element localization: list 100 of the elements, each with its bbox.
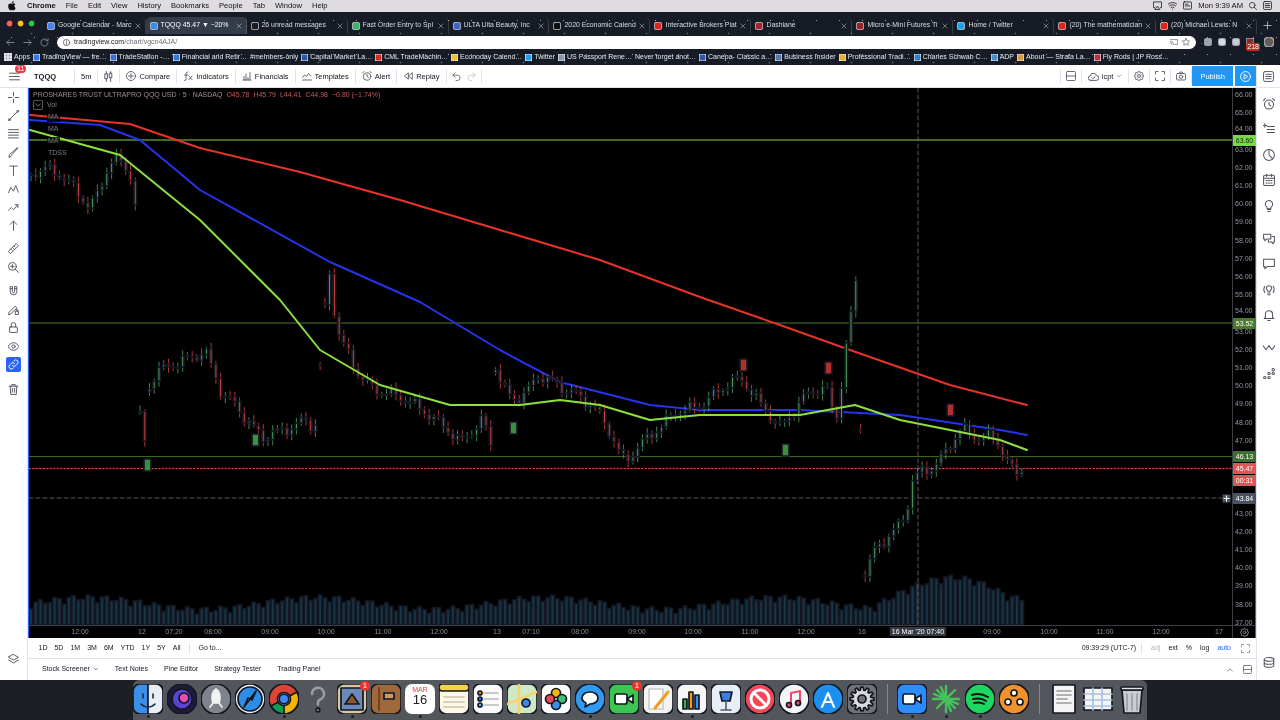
trash-can-icon[interactable] (1117, 684, 1147, 714)
lock-icon[interactable] (8, 322, 19, 334)
stamp-icon[interactable] (337, 684, 367, 714)
light-bulb-icon[interactable] (1262, 199, 1275, 212)
trend-line-icon[interactable] (8, 110, 19, 122)
back-icon[interactable] (6, 37, 15, 47)
calendar-icon[interactable] (1262, 174, 1275, 187)
brush-icon[interactable] (8, 146, 19, 158)
link-icon[interactable] (6, 357, 21, 373)
notebook-icon[interactable] (371, 684, 401, 714)
bar-chart-icon[interactable] (677, 684, 707, 714)
ruler-icon[interactable] (8, 243, 19, 255)
smiling-face-icon[interactable] (133, 684, 163, 714)
orb-icon[interactable] (167, 684, 197, 714)
candlestick-icon[interactable] (103, 70, 115, 82)
chat-bubble-icon[interactable] (1262, 258, 1275, 271)
speech-bubble-icon[interactable] (575, 684, 605, 714)
settings-icon[interactable] (1134, 71, 1145, 81)
gear-icon[interactable] (847, 684, 877, 714)
forward-icon[interactable] (23, 37, 32, 47)
close-tab-icon[interactable] (538, 22, 545, 29)
pencil-lock-icon[interactable] (8, 304, 19, 315)
settings-icon[interactable] (1239, 627, 1249, 637)
close-tab-icon[interactable] (1145, 22, 1152, 29)
starburst-icon[interactable] (931, 684, 961, 714)
close-tab-icon[interactable] (1246, 22, 1253, 29)
close-tab-icon[interactable] (740, 22, 747, 29)
rocket-icon[interactable] (201, 684, 231, 714)
close-tab-icon[interactable] (336, 22, 343, 29)
rewind-icon (403, 71, 414, 81)
zoom-window-icon[interactable] (28, 19, 35, 27)
maximize-panel-icon[interactable] (1243, 665, 1252, 674)
broadcast-icon[interactable] (1262, 283, 1275, 296)
close-tab-icon[interactable] (639, 22, 646, 29)
close-tab-icon[interactable] (841, 22, 848, 29)
collapse-up-icon[interactable] (1226, 665, 1234, 674)
video-camera-icon[interactable] (897, 684, 927, 714)
list-icon[interactable] (1263, 1, 1272, 11)
list-plus-icon[interactable] (1262, 123, 1275, 136)
podium-icon[interactable] (711, 684, 741, 714)
close-window-icon[interactable] (6, 19, 13, 27)
asterisk-icon[interactable] (999, 684, 1029, 714)
star-icon[interactable] (1182, 38, 1190, 46)
arrow-up-icon[interactable] (8, 220, 19, 232)
caret-icon (1116, 73, 1123, 79)
no-sign-icon[interactable] (745, 684, 775, 714)
close-tab-icon[interactable] (942, 22, 949, 29)
search-icon[interactable] (1249, 2, 1257, 10)
close-tab-icon[interactable] (437, 22, 444, 29)
profile-avatar-icon[interactable] (1264, 37, 1274, 47)
map-icon[interactable] (507, 684, 537, 714)
chat-bubbles-icon[interactable] (1262, 232, 1275, 245)
apple-logo-icon[interactable] (8, 1, 16, 11)
coin-stack-icon[interactable] (1262, 657, 1275, 670)
letter-a-icon[interactable] (813, 684, 843, 714)
music-note-icon[interactable] (779, 684, 809, 714)
checklist-icon[interactable] (473, 684, 503, 714)
spreadsheet-icon[interactable] (1083, 684, 1113, 714)
compass-icon[interactable] (235, 684, 265, 714)
cast-icon[interactable] (1170, 38, 1178, 46)
flower-icon[interactable] (541, 684, 571, 714)
dots-icon[interactable] (1262, 367, 1275, 380)
line-chart-icon (301, 71, 312, 81)
wifi-icon[interactable] (1168, 1, 1178, 11)
zigzag-pattern-icon[interactable] (8, 183, 19, 195)
minimize-window-icon[interactable] (17, 19, 24, 27)
play-circle-icon (1240, 70, 1251, 82)
clock-icon[interactable] (1262, 148, 1275, 161)
camera-icon[interactable] (1176, 71, 1187, 81)
video-call-icon[interactable] (609, 684, 639, 714)
sound-waves-icon[interactable] (965, 684, 995, 714)
horizontal-lines-icon[interactable] (8, 128, 19, 140)
crosshair-icon[interactable] (8, 91, 19, 103)
display-icon[interactable] (1183, 1, 1193, 11)
trash-icon[interactable] (8, 384, 19, 396)
close-tab-icon[interactable] (235, 22, 242, 29)
zoom-in-icon[interactable] (8, 261, 19, 273)
close-tab-icon[interactable] (134, 22, 141, 29)
airplay-icon[interactable] (1153, 1, 1163, 11)
new-tab-icon[interactable] (1263, 21, 1273, 30)
list-icon[interactable] (1263, 70, 1274, 82)
fullscreen-icon[interactable] (1241, 643, 1250, 653)
undo-icon[interactable] (451, 71, 461, 81)
trend-arrow-icon[interactable] (8, 202, 19, 214)
reload-icon[interactable] (40, 37, 49, 47)
layers-icon[interactable] (8, 654, 19, 666)
eye-icon[interactable] (8, 340, 19, 352)
bell-icon[interactable] (1262, 309, 1275, 322)
menu-icon[interactable] (8, 70, 20, 82)
plus-circle-icon (126, 71, 137, 81)
document-pen-icon[interactable] (643, 684, 673, 714)
magnet-icon[interactable] (8, 285, 19, 297)
fullscreen-icon[interactable] (1155, 71, 1166, 81)
close-tab-icon[interactable] (1043, 22, 1050, 29)
layout-icon[interactable] (1065, 71, 1076, 81)
cloud-check-icon (1087, 70, 1099, 82)
alarm-clock-icon[interactable] (1262, 97, 1275, 110)
text-tool-icon[interactable] (8, 165, 19, 177)
notepad-icon[interactable] (439, 684, 469, 714)
document-icon[interactable] (1049, 684, 1079, 714)
